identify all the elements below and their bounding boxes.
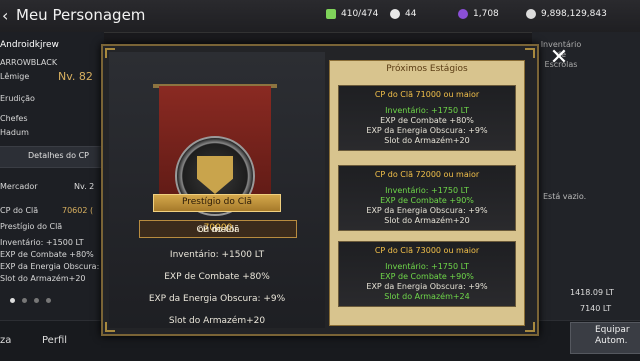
current-bonus-combat: EXP de Combate +80% xyxy=(164,272,270,282)
dark-gem-icon xyxy=(458,9,468,19)
prestige-label: Prestígio do Clã xyxy=(0,222,63,231)
prestige-ribbon: Prestígio do Clã xyxy=(153,194,281,212)
clan-cp-label: CP do Clã xyxy=(0,206,39,215)
cp-requirement-text: CP do Clã 70000 ou maior xyxy=(140,223,296,235)
tab-partial[interactable]: za xyxy=(0,321,11,361)
resource-silver: 9,898,129,843 xyxy=(526,9,607,19)
back-arrow-icon[interactable]: ‹ xyxy=(2,6,12,26)
resource-energy: 410/474 xyxy=(326,9,378,19)
clan-prestige-modal: Prestígio do Clã CP do Clã 70000 ou maio… xyxy=(101,44,539,336)
page-dot xyxy=(34,298,39,303)
stage-header: CP do Clã 73000 ou maior xyxy=(374,246,480,255)
shield-icon xyxy=(197,156,233,194)
bonus-dark-energy: EXP da Energia Obscura: xyxy=(0,262,100,271)
weight-value: 1418.09 LT xyxy=(570,288,614,297)
auto-equip-button[interactable]: Equipar Autom. xyxy=(570,322,640,354)
stage-card: CP do Clã 71000 ou maior Inventário: +175… xyxy=(338,85,516,151)
energy-value: 410/474 xyxy=(341,9,379,19)
page-dot xyxy=(10,298,15,303)
stage-header: CP do Clã 71000 ou maior xyxy=(374,90,480,99)
stage-bonus-line: EXP de Combate +80% xyxy=(380,116,474,125)
current-stage-panel: Prestígio do Clã CP do Clã 70000 ou maio… xyxy=(109,52,325,328)
silver-value: 9,898,129,843 xyxy=(541,9,607,19)
page-dot xyxy=(22,298,27,303)
stage-bonus-line: Slot do Armazém+20 xyxy=(384,136,470,145)
close-icon[interactable]: ✕ xyxy=(548,47,570,69)
current-bonus-inventory: Inventário: +1500 LT xyxy=(169,250,265,260)
stat-row-hadum: Hadum xyxy=(0,128,29,137)
stage-bonus-line: EXP da Energia Obscura: +9% xyxy=(366,126,488,135)
current-bonus-dark-energy: EXP da Energia Obscura: +9% xyxy=(148,294,286,304)
tab-profile[interactable]: Perfil xyxy=(42,321,67,361)
silver-icon xyxy=(526,9,536,19)
empty-message: Está vazio. xyxy=(543,192,587,201)
merchant-label: Mercador xyxy=(0,182,38,191)
req-suffix: ou maior xyxy=(197,225,239,235)
frame-corner xyxy=(525,322,535,332)
level-value: Nv. 82 xyxy=(58,70,93,83)
merchant-level: Nv. 2 xyxy=(74,182,95,191)
bonus-inventory: Inventário: +1500 LT xyxy=(0,238,84,247)
screen-title: Meu Personagem xyxy=(16,6,146,24)
stat-row-erudition: Erudição xyxy=(0,94,35,103)
auto-equip-label: Equipar Autom. xyxy=(595,325,630,346)
stage-header: CP do Clã 72000 ou maior xyxy=(374,170,480,179)
page-dot xyxy=(46,298,51,303)
stage-bonus-line: Slot do Armazém+20 xyxy=(384,216,470,225)
bonus-combat-exp: EXP de Combate +80% xyxy=(0,250,94,259)
frame-corner xyxy=(525,48,535,58)
guild-name: ARROWBLACK xyxy=(0,58,58,67)
stage-bonus-line: EXP de Combate +90% xyxy=(380,272,474,281)
next-stages-panel: Próximos Estágios CP do Clã 71000 ou mai… xyxy=(329,60,525,326)
inventory-panel xyxy=(532,32,640,320)
next-stages-title: Próximos Estágios xyxy=(386,64,468,74)
stage-bonus-line: EXP da Energia Obscura: +9% xyxy=(366,282,488,291)
top-bar: ‹ Meu Personagem 410/474 44 1,708 9,898,… xyxy=(0,0,640,33)
stage-bonus-line: Inventário: +1750 LT xyxy=(385,186,469,195)
cp-requirement: CP do Clã 70000 ou maior xyxy=(139,220,297,238)
class-label: Lêmige xyxy=(0,72,30,81)
stage-card: CP do Clã 73000 ou maior Inventário: +175… xyxy=(338,241,516,307)
prestige-title: Prestígio do Clã xyxy=(182,197,252,207)
character-panel: Androidkjrew ARROWBLACK Lêmige Nv. 82 Er… xyxy=(0,32,104,328)
pearl-icon xyxy=(390,9,400,19)
stage-bonus-line: Inventário: +1750 LT xyxy=(385,262,469,271)
stat-row-bosses: Chefes xyxy=(0,114,28,123)
clan-cp-value: 70602 ( xyxy=(62,206,94,215)
page-indicator xyxy=(10,298,51,303)
stage-bonus-line: EXP de Combate +90% xyxy=(380,196,474,205)
stage-bonus-line: Inventário: +1750 LT xyxy=(385,106,469,115)
character-name: Androidkjrew xyxy=(0,40,59,50)
pearl-value: 44 xyxy=(405,9,417,19)
stage-bonus-line: Slot do Armazém+24 xyxy=(384,292,470,301)
stage-bonus-line: EXP da Energia Obscura: +9% xyxy=(366,206,488,215)
cp-details-label: Detalhes do CP xyxy=(28,151,89,160)
capacity-value: 7140 LT xyxy=(580,304,612,313)
dark-gem-value: 1,708 xyxy=(473,9,499,19)
current-bonus-storage: Slot do Armazém+20 xyxy=(168,316,266,326)
bonus-storage: Slot do Armazém+20 xyxy=(0,274,86,283)
stage-card: CP do Clã 72000 ou maior Inventário: +175… xyxy=(338,165,516,231)
resource-dark-gem: 1,708 xyxy=(458,9,499,19)
energy-icon xyxy=(326,9,336,19)
cp-details-button[interactable]: Detalhes do CP xyxy=(0,146,104,168)
resource-pearl: 44 xyxy=(390,9,416,19)
